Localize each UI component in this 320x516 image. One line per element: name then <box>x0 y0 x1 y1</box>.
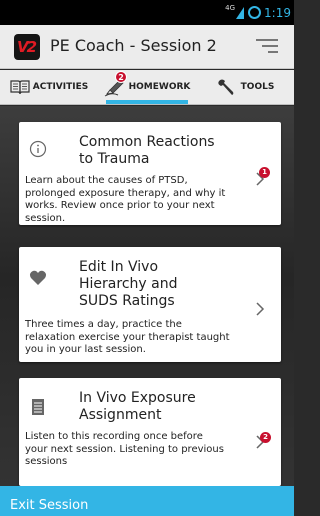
tab-homework-label: HOMEWORK <box>128 82 191 92</box>
tab-tools[interactable]: TOOLS <box>196 70 294 104</box>
card-title: Common Reactions to Trauma <box>79 134 215 167</box>
app-logo-icon[interactable]: V2 <box>14 34 40 60</box>
clock: 1:19 <box>264 5 291 20</box>
network-type: 4G <box>225 3 236 12</box>
heart-icon <box>29 270 47 285</box>
info-icon <box>29 140 47 158</box>
card-description: Learn about the causes of PTSD, prolonge… <box>25 175 226 224</box>
homework-card-edit-in-vivo[interactable]: Edit In Vivo Hierarchy and SUDS Ratings … <box>19 247 281 362</box>
tab-bar: ACTIVITIES 2 HOMEWORK TOOLS <box>0 70 294 105</box>
tab-homework[interactable]: 2 HOMEWORK <box>98 70 196 104</box>
book-icon <box>10 79 30 94</box>
sync-icon <box>248 6 262 19</box>
card-title: In Vivo Exposure Assignment <box>79 390 196 423</box>
exit-session-label: Exit Session <box>10 498 89 513</box>
homework-list: Common Reactions to Trauma Learn about t… <box>0 106 294 486</box>
card-badge: 1 <box>259 167 270 178</box>
homework-card-in-vivo-exposure[interactable]: In Vivo Exposure Assignment Listen to th… <box>19 378 281 486</box>
card-description: Listen to this recording once before you… <box>25 431 224 467</box>
chevron-right-icon <box>256 302 265 316</box>
homework-card-common-reactions[interactable]: Common Reactions to Trauma Learn about t… <box>19 122 281 225</box>
document-icon <box>32 399 44 415</box>
action-bar: V2 PE Coach - Session 2 <box>0 25 294 69</box>
tab-activities-label: ACTIVITIES <box>32 82 89 92</box>
homework-badge: 2 <box>115 71 127 83</box>
card-description: Three times a day, practice the relaxati… <box>25 319 230 355</box>
app-title: PE Coach - Session 2 <box>50 36 217 55</box>
menu-icon[interactable] <box>256 39 278 55</box>
tab-tools-label: TOOLS <box>240 82 275 92</box>
status-bar: 4G 1:19 <box>0 0 294 25</box>
status-icons: 4G 1:19 <box>225 4 291 21</box>
card-badge: 2 <box>260 432 271 443</box>
exit-session-button[interactable]: Exit Session <box>0 486 294 516</box>
wrench-icon <box>217 79 233 95</box>
tab-activities[interactable]: ACTIVITIES <box>0 70 98 104</box>
card-title: Edit In Vivo Hierarchy and SUDS Ratings <box>79 259 178 309</box>
signal-icon <box>236 6 245 19</box>
